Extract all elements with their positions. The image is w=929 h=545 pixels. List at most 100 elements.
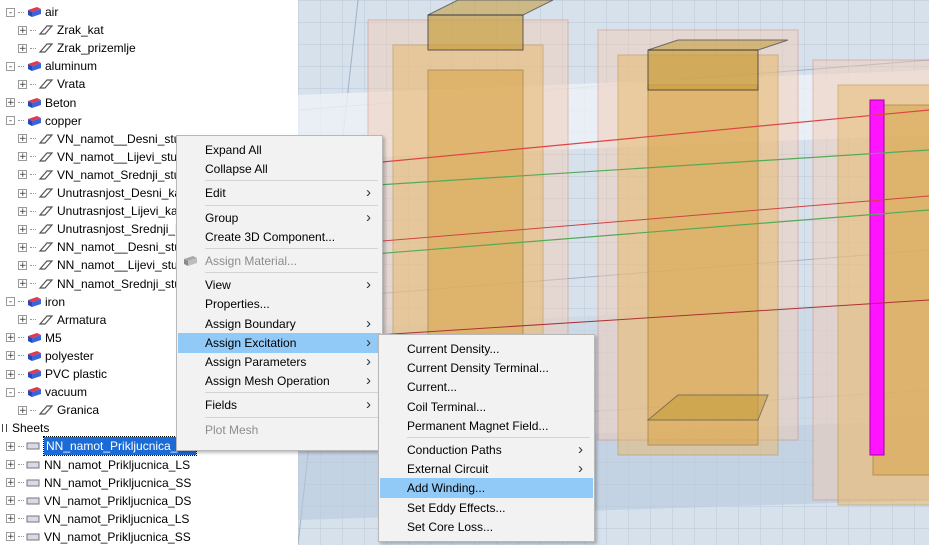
chevron-right-icon: ›	[578, 460, 583, 478]
collapse-toggle-icon[interactable]: -	[6, 297, 15, 307]
expand-toggle-icon[interactable]: +	[18, 79, 27, 89]
expand-toggle-icon[interactable]: +	[18, 43, 27, 53]
menu-item-assign-material[interactable]: Assign Material...	[178, 251, 381, 271]
expand-toggle-icon[interactable]: +	[18, 260, 27, 270]
menu-item-label: Assign Parameters	[205, 355, 307, 369]
collapse-toggle-icon[interactable]	[2, 424, 7, 433]
expand-toggle-icon[interactable]: +	[6, 351, 15, 361]
tree-item[interactable]: - copper	[6, 112, 82, 130]
menu-item-expand-all[interactable]: Expand All	[178, 140, 381, 160]
tree-connector	[30, 192, 36, 194]
expand-toggle-icon[interactable]: +	[18, 170, 27, 180]
tree-item[interactable]: + NN_namot_Prikljucnica_DS	[6, 436, 198, 457]
expand-toggle-icon[interactable]: +	[18, 315, 27, 325]
menu-item-fields[interactable]: Fields ›	[178, 395, 381, 415]
menu-item-assign-excitation[interactable]: Assign Excitation ›	[178, 332, 381, 353]
menu-item-label: Expand All	[205, 143, 262, 157]
expand-toggle-icon[interactable]: +	[6, 496, 15, 506]
menu-item-permanent-magnet-field[interactable]: Permanent Magnet Field...	[380, 416, 593, 436]
menu-item-assign-parameters[interactable]: Assign Parameters ›	[178, 352, 381, 372]
tree-item[interactable]: + Armatura	[18, 311, 106, 329]
menu-item-view[interactable]: View ›	[178, 275, 381, 295]
menu-item-set-core-loss[interactable]: Set Core Loss...	[380, 517, 593, 537]
tree-item[interactable]: + VN_namot_Prikljucnica_SS	[6, 528, 191, 545]
expand-toggle-icon[interactable]: +	[18, 242, 27, 252]
tree-item[interactable]: + polyester	[6, 347, 94, 365]
tree-item[interactable]: + Zrak_kat	[18, 21, 104, 39]
tree-item[interactable]: + NN_namot__Lijevi_stup	[18, 256, 184, 274]
tree-item[interactable]: + Vrata	[18, 75, 85, 93]
expand-toggle-icon[interactable]: +	[6, 478, 15, 488]
menu-item-label: View	[205, 278, 231, 293]
collapse-toggle-icon[interactable]: -	[6, 7, 15, 17]
expand-toggle-icon[interactable]: +	[18, 206, 27, 216]
tree-item[interactable]: + VN_namot__Desni_stup	[18, 130, 187, 148]
expand-toggle-icon[interactable]: +	[18, 152, 27, 162]
chevron-right-icon: ›	[366, 396, 371, 414]
collapse-toggle-icon[interactable]: -	[6, 61, 15, 71]
tree-item[interactable]: + VN_namot__Lijevi_stup	[18, 148, 184, 166]
collapse-toggle-icon[interactable]: -	[6, 387, 15, 397]
expand-toggle-icon[interactable]: +	[18, 224, 27, 234]
expand-toggle-icon[interactable]: +	[6, 532, 15, 542]
expand-toggle-icon[interactable]: +	[18, 25, 27, 35]
expand-toggle-icon[interactable]: +	[6, 98, 15, 108]
tree-item[interactable]: + Granica	[18, 401, 99, 419]
tree-item[interactable]: - vacuum	[6, 383, 87, 401]
chevron-right-icon: ›	[366, 276, 371, 294]
tree-item[interactable]: + Unutrasnjost_Srednji_ka	[18, 220, 188, 238]
tree-item[interactable]: + Zrak_prizemlje	[18, 39, 136, 57]
menu-item-current-density-terminal[interactable]: Current Density Terminal...	[380, 358, 593, 378]
menu-item-edit[interactable]: Edit ›	[178, 183, 381, 203]
tree-item[interactable]: + VN_namot_Srednji_stup	[18, 166, 187, 184]
tree-connector	[30, 283, 36, 284]
menu-item-create-3d-component[interactable]: Create 3D Component...	[178, 227, 381, 247]
collapse-toggle-icon[interactable]: -	[6, 116, 15, 126]
tree-item-label: polyester	[45, 348, 94, 363]
menu-item-group[interactable]: Group ›	[178, 208, 381, 228]
tree-item[interactable]: + NN_namot_Srednji_stup	[18, 275, 188, 293]
menu-item-external-circuit[interactable]: External Circuit ›	[380, 459, 593, 479]
expand-toggle-icon[interactable]: +	[6, 441, 15, 451]
expand-toggle-icon[interactable]: +	[18, 279, 27, 289]
tree-item[interactable]: + NN_namot_Prikljucnica_SS	[6, 474, 191, 492]
solid-object-icon	[38, 187, 54, 199]
tree-item[interactable]: Sheets	[2, 419, 49, 437]
tree-item-label: Zrak_prizemlje	[57, 41, 136, 56]
menu-item-collapse-all[interactable]: Collapse All	[178, 159, 381, 179]
tree-item[interactable]: + Unutrasnjost_Desni_kab	[18, 184, 188, 202]
menu-item-assign-boundary[interactable]: Assign Boundary ›	[178, 314, 381, 334]
tree-item[interactable]: + VN_namot_Prikljucnica_LS	[6, 510, 189, 528]
tree-item[interactable]: + NN_namot_Prikljucnica_LS	[6, 456, 190, 474]
tree-item[interactable]: + Unutrasnjost_Lijevi_kab	[18, 202, 184, 220]
menu-item-label: Current...	[407, 380, 458, 395]
menu-item-label: Assign Mesh Operation	[205, 374, 330, 389]
tree-connector	[18, 11, 24, 13]
winding-column-middle	[597, 29, 799, 456]
tree-connector	[18, 355, 24, 357]
expand-toggle-icon[interactable]: +	[6, 369, 15, 379]
expand-toggle-icon[interactable]: +	[6, 460, 15, 470]
tree-item[interactable]: - aluminum	[6, 57, 97, 75]
menu-item-add-winding[interactable]: Add Winding...	[380, 478, 593, 499]
tree-item[interactable]: + Beton	[6, 94, 76, 112]
tree-item[interactable]: + VN_namot_Prikljucnica_DS	[6, 492, 191, 510]
menu-item-current-density[interactable]: Current Density...	[380, 339, 593, 359]
expand-toggle-icon[interactable]: +	[18, 188, 27, 198]
menu-item-coil-terminal[interactable]: Coil Terminal...	[380, 397, 593, 417]
tree-item[interactable]: + M5	[6, 329, 62, 347]
tree-item[interactable]: - iron	[6, 293, 65, 311]
tree-item[interactable]: + NN_namot__Desni_stup	[18, 238, 188, 256]
tree-item[interactable]: + PVC plastic	[6, 365, 107, 383]
expand-toggle-icon[interactable]: +	[6, 333, 15, 343]
expand-toggle-icon[interactable]: +	[6, 514, 15, 524]
menu-item-properties[interactable]: Properties...	[178, 294, 381, 314]
menu-item-set-eddy-effects[interactable]: Set Eddy Effects...	[380, 498, 593, 518]
tree-item[interactable]: - air	[6, 3, 58, 21]
expand-toggle-icon[interactable]: +	[18, 134, 27, 144]
expand-toggle-icon[interactable]: +	[18, 405, 27, 415]
menu-item-plot-mesh[interactable]: Plot Mesh	[178, 420, 381, 440]
menu-item-conduction-paths[interactable]: Conduction Paths ›	[380, 440, 593, 460]
menu-item-current[interactable]: Current...	[380, 377, 593, 397]
menu-item-assign-mesh-operation[interactable]: Assign Mesh Operation ›	[178, 371, 381, 391]
